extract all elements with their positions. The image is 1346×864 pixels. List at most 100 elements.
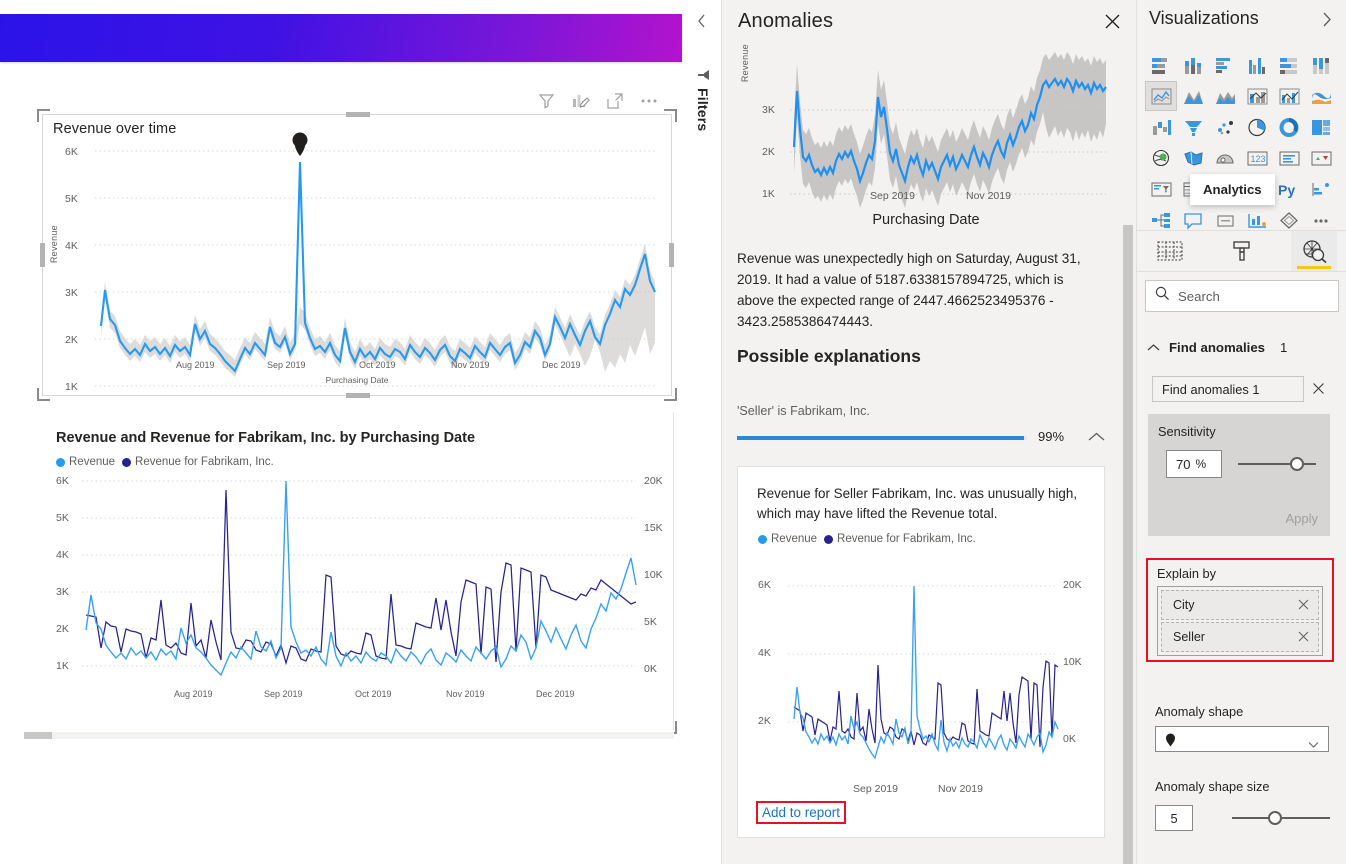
clustered-column-chart-icon[interactable] [1241, 50, 1273, 80]
scrollbar-thumb[interactable] [24, 732, 52, 739]
legend-swatch [56, 458, 65, 467]
treemap-icon[interactable] [1305, 112, 1337, 142]
multi-row-card-icon[interactable] [1273, 143, 1305, 173]
remove-field-icon[interactable] [1298, 631, 1309, 645]
ribbon-chart-icon[interactable] [1305, 81, 1337, 111]
python-visual-icon[interactable]: Py [1273, 174, 1305, 204]
anomalies-pane-scrollbar[interactable] [1123, 225, 1133, 864]
slider-knob[interactable] [1268, 811, 1282, 825]
x-tick: Sep 2019 [853, 783, 898, 795]
x-tick: Dec 2019 [542, 360, 581, 370]
line-chart-icon[interactable] [1145, 81, 1177, 111]
100-stacked-bar-chart-icon[interactable] [1273, 50, 1305, 80]
find-anomalies-count: 1 [1280, 340, 1287, 355]
slider-knob[interactable] [1290, 457, 1304, 471]
find-anomalies-card-name[interactable]: Find anomalies 1 [1152, 376, 1304, 402]
search-input-wrapper[interactable] [1145, 280, 1339, 312]
fields-tab-icon[interactable] [1147, 231, 1193, 271]
close-icon[interactable] [1312, 382, 1325, 400]
map-icon[interactable] [1145, 143, 1177, 173]
resize-handle-br[interactable] [664, 388, 677, 401]
filled-map-icon[interactable] [1177, 143, 1209, 173]
anomaly-shape-size-input[interactable]: 5 [1155, 805, 1193, 831]
more-options-icon[interactable] [640, 98, 658, 104]
100-stacked-column-chart-icon[interactable] [1305, 50, 1337, 80]
resize-handle-bl[interactable] [37, 388, 50, 401]
x-tick: Sep 2019 [264, 689, 303, 699]
legend-item-revenue[interactable]: Revenue [758, 533, 817, 545]
chevron-left-icon[interactable] [696, 14, 708, 33]
explain-by-field-seller[interactable]: Seller [1161, 622, 1319, 652]
x-tick: Sep 2019 [267, 360, 306, 370]
funnel-icon[interactable] [1177, 112, 1209, 142]
edit-visual-icon[interactable] [572, 92, 590, 109]
possible-explanations-heading: Possible explanations [737, 346, 921, 367]
sensitivity-group: Sensitivity 70 % Apply [1148, 414, 1330, 536]
explanation-field-name: 'Seller' is Fabrikam, Inc. [737, 404, 870, 418]
key-influencers-icon[interactable] [1305, 174, 1337, 204]
explain-by-group: Explain by City Seller [1146, 558, 1334, 662]
apply-button[interactable]: Apply [1285, 511, 1318, 526]
line-stacked-column-chart-icon[interactable] [1241, 81, 1273, 111]
chevron-down-icon[interactable] [1308, 736, 1319, 754]
clustered-bar-chart-icon[interactable] [1209, 50, 1241, 80]
remove-field-icon[interactable] [1298, 599, 1309, 613]
slicer-icon[interactable] [1145, 174, 1177, 204]
find-anomalies-label: Find anomalies [1169, 340, 1265, 355]
explain-by-field-well[interactable]: City Seller [1157, 586, 1323, 656]
close-icon[interactable] [1103, 12, 1122, 36]
visual-revenue-and-fabrikam[interactable]: Revenue and Revenue for Fabrikam, Inc. b… [24, 412, 674, 730]
filters-pane-collapsed[interactable]: Filters [686, 0, 722, 864]
sensitivity-input[interactable]: 70 % [1166, 450, 1222, 478]
visual-type-gallery: 123 R Py [1145, 50, 1339, 235]
area-chart-icon[interactable] [1177, 81, 1209, 111]
filter-pane-icon[interactable] [697, 68, 711, 87]
strength-bar-fill [737, 436, 1024, 440]
chevron-up-icon[interactable] [1147, 340, 1160, 355]
anomaly-shape-select[interactable] [1155, 726, 1329, 752]
find-anomalies-section-header[interactable]: Find anomalies 1 [1147, 340, 1287, 355]
resize-handle-tl[interactable] [37, 109, 50, 122]
stacked-bar-chart-icon[interactable] [1145, 50, 1177, 80]
explain-by-label: Explain by [1157, 566, 1216, 581]
resize-handle-r[interactable] [669, 243, 674, 267]
resize-handle-l[interactable] [40, 243, 45, 267]
chevron-up-icon[interactable] [1088, 430, 1105, 448]
card-icon[interactable]: 123 [1241, 143, 1273, 173]
waterfall-chart-icon[interactable] [1145, 112, 1177, 142]
canvas-horizontal-scrollbar[interactable] [24, 732, 674, 739]
explain-by-field-city[interactable]: City [1161, 590, 1319, 620]
chevron-right-icon[interactable] [1321, 12, 1333, 32]
anomaly-shape-label: Anomaly shape [1155, 704, 1243, 719]
format-tab-icon[interactable] [1219, 231, 1265, 271]
legend-item-fabrikam[interactable]: Revenue for Fabrikam, Inc. [824, 533, 976, 545]
pie-chart-icon[interactable] [1241, 112, 1273, 142]
resize-handle-b[interactable] [346, 393, 370, 398]
search-input[interactable] [1178, 289, 1318, 304]
resize-handle-t[interactable] [346, 112, 370, 117]
filter-icon[interactable] [538, 92, 555, 109]
chart-plot-area [43, 115, 671, 396]
line-clustered-column-chart-icon[interactable] [1273, 81, 1305, 111]
resize-handle-tr[interactable] [664, 109, 677, 122]
stacked-column-chart-icon[interactable] [1177, 50, 1209, 80]
legend-label: Revenue [771, 533, 817, 545]
x-tick: Nov 2019 [966, 190, 1011, 202]
visual-revenue-over-time[interactable]: Revenue over time Revenue 6K 5K 4K 3K 2K… [42, 114, 672, 396]
kpi-icon[interactable] [1305, 143, 1337, 173]
stacked-area-chart-icon[interactable] [1209, 81, 1241, 111]
sensitivity-unit: % [1195, 457, 1206, 471]
focus-mode-icon[interactable] [607, 93, 623, 109]
field-label: Seller [1173, 630, 1205, 644]
arcgis-map-icon[interactable] [1209, 143, 1241, 173]
sensitivity-slider[interactable] [1238, 457, 1316, 471]
analytics-tab-icon[interactable] [1291, 231, 1337, 271]
add-to-report-button[interactable]: Add to report [756, 801, 846, 824]
strength-bar-track [737, 436, 1027, 440]
scatter-chart-icon[interactable] [1209, 112, 1241, 142]
donut-chart-icon[interactable] [1273, 112, 1305, 142]
legend-item-revenue[interactable]: Revenue [56, 456, 115, 468]
legend-item-fabrikam[interactable]: Revenue for Fabrikam, Inc. [122, 456, 274, 468]
anomaly-shape-size-slider[interactable] [1232, 811, 1330, 825]
power-bi-report-screen: Revenue over time Revenue 6K 5K 4K 3K 2K… [0, 0, 1346, 864]
